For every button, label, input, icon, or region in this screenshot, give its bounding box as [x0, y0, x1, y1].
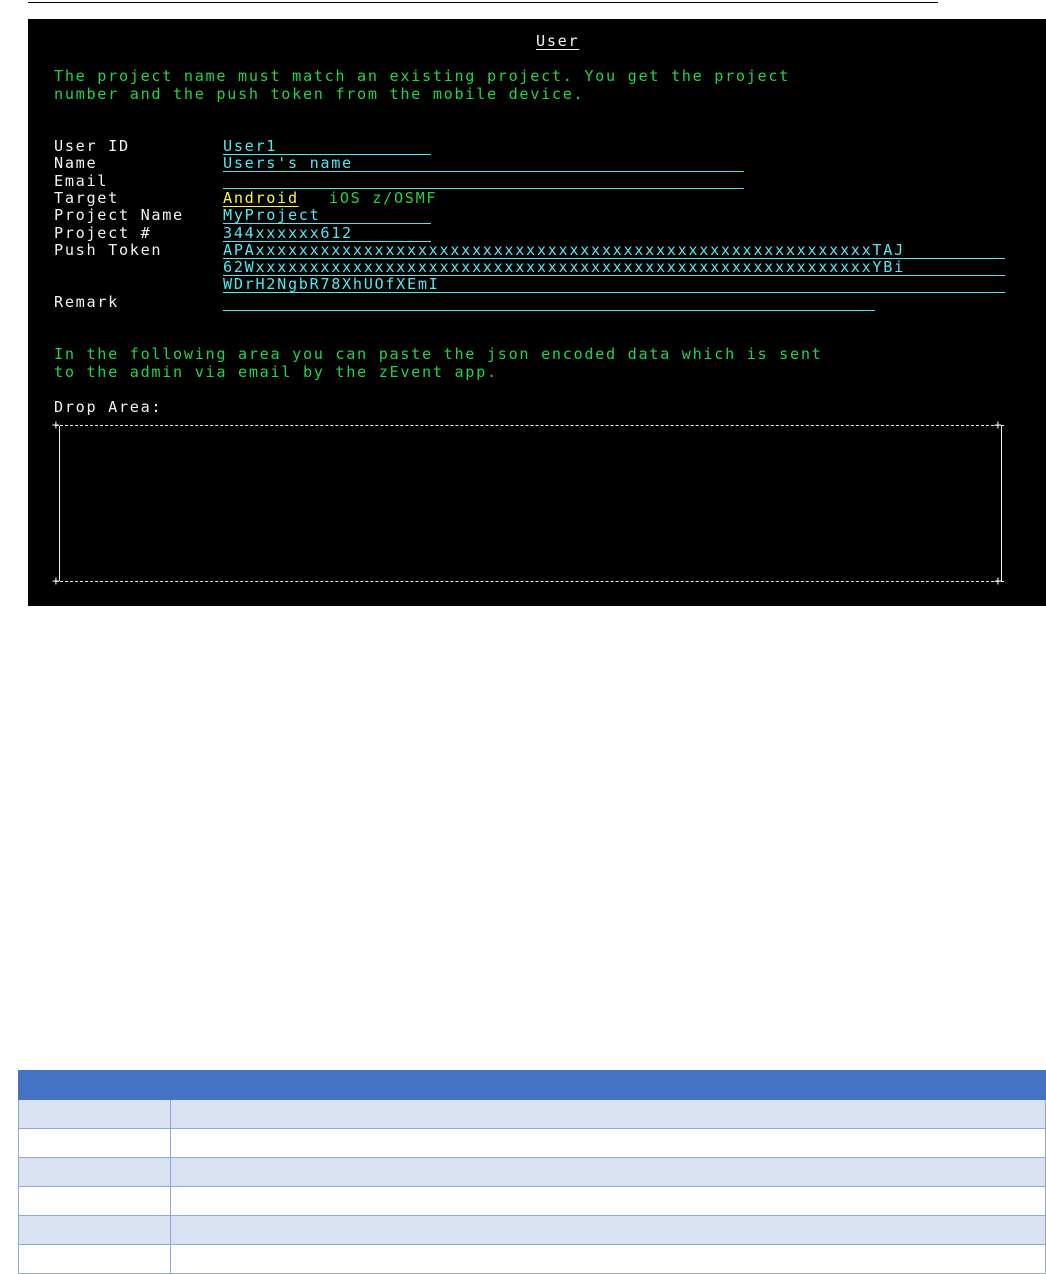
- drop-area-bottom-border: [55, 581, 1004, 582]
- push-token-field-line-3[interactable]: WDrH2NgbR78XhUOfXEmI: [223, 276, 1005, 293]
- label-remark: Remark: [54, 293, 119, 311]
- remark-field[interactable]: [223, 294, 875, 311]
- label-project-number: Project #: [54, 224, 152, 242]
- table-row: [18, 1244, 1046, 1274]
- project-number-field[interactable]: 344xxxxxx612: [223, 225, 431, 242]
- label-name: Name: [54, 154, 98, 172]
- target-option-others[interactable]: iOS z/OSMF: [329, 190, 437, 207]
- table-row: [18, 1157, 1046, 1187]
- target-option-android[interactable]: Android: [223, 190, 299, 207]
- terminal-screen: User The project name must match an exis…: [28, 19, 1046, 606]
- table-row: [18, 1215, 1046, 1245]
- label-user-id: User ID: [54, 137, 130, 155]
- screen-title: User: [536, 32, 580, 50]
- table-cell: [18, 1099, 171, 1129]
- drop-area[interactable]: [59, 426, 1002, 581]
- table-row: [18, 1099, 1046, 1129]
- intro-line-1: The project name must match an existing …: [54, 67, 791, 85]
- drop-area-corner-bl: +: [52, 574, 60, 589]
- table-cell: [170, 1215, 1046, 1245]
- label-target: Target: [54, 189, 119, 207]
- push-token-value-2: 62Wxxxxxxxxxxxxxxxxxxxxxxxxxxxxxxxxxxxxx…: [223, 258, 905, 276]
- user-id-field[interactable]: User1: [223, 138, 431, 155]
- label-project-name: Project Name: [54, 206, 184, 224]
- drop-instructions-line-1: In the following area you can paste the …: [54, 345, 823, 363]
- table-cell: [170, 1128, 1046, 1158]
- table-cell: [18, 1157, 171, 1187]
- push-token-value-3: WDrH2NgbR78XhUOfXEmI: [223, 275, 440, 293]
- table-row: [18, 1128, 1046, 1158]
- project-number-value: 344xxxxxx612: [223, 224, 353, 242]
- push-token-field-line-2[interactable]: 62Wxxxxxxxxxxxxxxxxxxxxxxxxxxxxxxxxxxxxx…: [223, 259, 1005, 276]
- table-cell: [170, 1099, 1046, 1129]
- intro-line-2: number and the push token from the mobil…: [54, 85, 585, 103]
- table-cell: [170, 1244, 1046, 1274]
- table-header-cell: [18, 1070, 171, 1100]
- table-cell: [18, 1128, 171, 1158]
- table-header-cell: [170, 1070, 1046, 1100]
- label-email: Email: [54, 172, 109, 190]
- table-cell: [18, 1186, 171, 1216]
- push-token-field-line-1[interactable]: APAxxxxxxxxxxxxxxxxxxxxxxxxxxxxxxxxxxxxx…: [223, 242, 1005, 259]
- name-field[interactable]: Users's name: [223, 155, 744, 172]
- project-name-value: MyProject: [223, 206, 321, 224]
- project-name-field[interactable]: MyProject: [223, 207, 431, 224]
- drop-area-label: Drop Area:: [54, 398, 163, 416]
- drop-area-corner-br: +: [994, 574, 1002, 589]
- empty-table: [18, 1070, 1046, 1274]
- page-top-rule: [28, 2, 938, 3]
- name-value: Users's name: [223, 154, 353, 172]
- drop-instructions-line-2: to the admin via email by the zEvent app…: [54, 363, 498, 381]
- table-row: [18, 1186, 1046, 1216]
- label-push-token: Push Token: [54, 241, 163, 259]
- table-cell: [18, 1215, 171, 1245]
- table-header-row: [18, 1070, 1046, 1100]
- table-cell: [170, 1157, 1046, 1187]
- table-cell: [170, 1186, 1046, 1216]
- user-id-value: User1: [223, 137, 278, 155]
- push-token-value-1: APAxxxxxxxxxxxxxxxxxxxxxxxxxxxxxxxxxxxxx…: [223, 241, 905, 259]
- email-field[interactable]: [223, 172, 744, 189]
- table-cell: [18, 1244, 171, 1274]
